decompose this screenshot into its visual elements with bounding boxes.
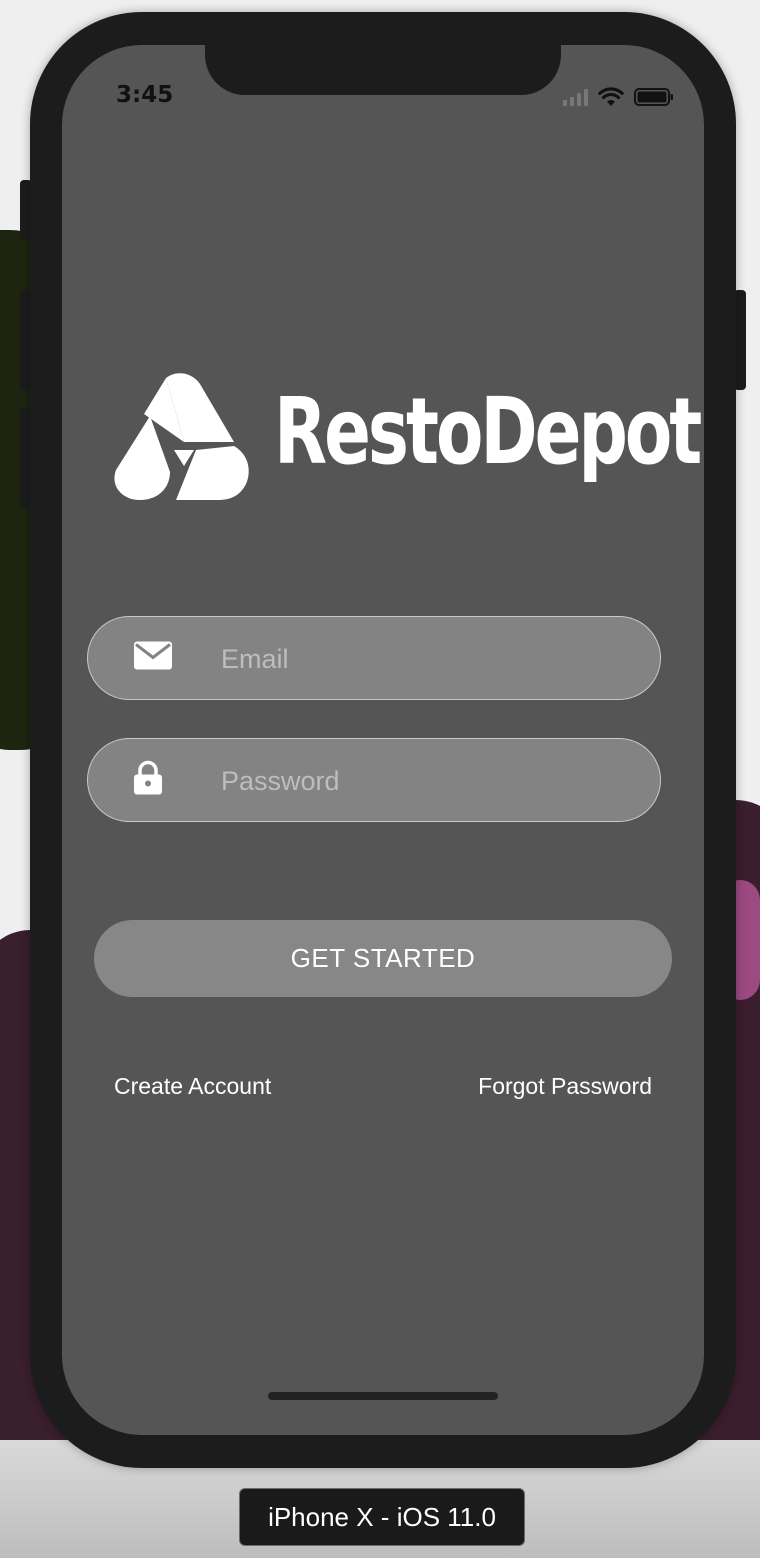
get-started-button[interactable]: GET STARTED xyxy=(94,920,672,997)
simulator-device-label: iPhone X - iOS 11.0 xyxy=(239,1488,525,1546)
notch xyxy=(205,45,561,95)
password-input[interactable] xyxy=(219,739,643,823)
home-indicator[interactable] xyxy=(268,1392,498,1400)
lock-icon xyxy=(134,760,162,800)
simulator-window: 3:45 RestoDepot Email GET STARTED Create… xyxy=(0,0,760,1558)
email-field[interactable] xyxy=(87,616,661,701)
create-account-link[interactable]: Create Account xyxy=(114,1073,271,1100)
status-icons xyxy=(563,87,674,107)
phone-frame: 3:45 RestoDepot Email GET STARTED Create… xyxy=(30,12,736,1468)
app-logo: RestoDepot xyxy=(114,370,702,500)
logo-wordmark: RestoDepot xyxy=(274,378,702,485)
wifi-icon xyxy=(598,87,624,107)
battery-icon xyxy=(634,87,674,107)
email-input[interactable] xyxy=(219,617,643,701)
password-field[interactable] xyxy=(87,738,661,823)
cellular-signal-icon xyxy=(563,88,588,106)
restodepot-logo-mark-icon xyxy=(114,373,249,500)
forgot-password-link[interactable]: Forgot Password xyxy=(478,1073,652,1100)
app-screen: 3:45 RestoDepot Email GET STARTED Create… xyxy=(62,45,704,1435)
envelope-icon xyxy=(134,641,172,675)
status-time: 3:45 xyxy=(116,82,174,108)
